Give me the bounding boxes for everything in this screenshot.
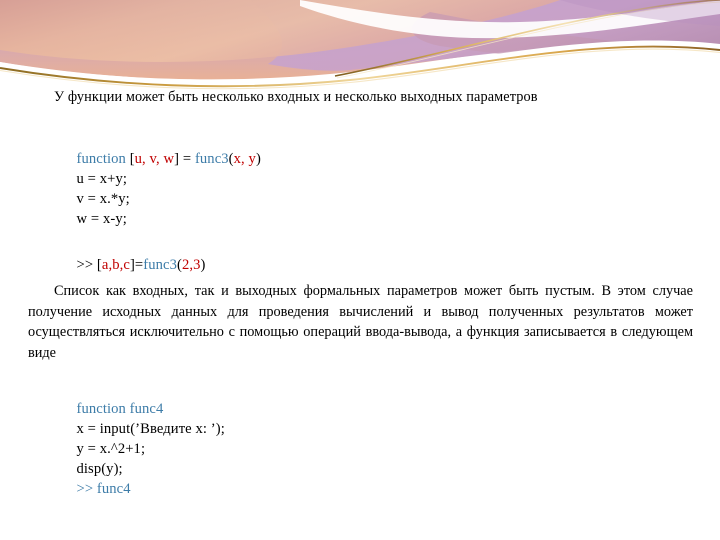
token-paren-close-2: ) [200, 257, 206, 273]
slide-canvas: У функции может быть несколько входных и… [0, 0, 720, 540]
token-func3-name: func3 [194, 151, 229, 167]
token-output-vars: u, v, w [134, 151, 175, 167]
slide-text-content: У функции может быть несколько входных и… [0, 0, 720, 540]
token-input-vars: x, y [233, 151, 256, 167]
intro-line: У функции может быть несколько входных и… [54, 89, 538, 105]
token-prompt-arrows: >> [76, 257, 97, 273]
token-prompt-func4: >> func4 [76, 481, 131, 497]
token-call-args: 2,3 [181, 257, 201, 273]
token-assign-w: w = x-y; [76, 211, 127, 227]
token-result-vars: a,b,c [101, 257, 130, 273]
body-paragraph: Список как входных, так и выходных форма… [28, 283, 693, 361]
token-paren-close: ) [255, 151, 261, 167]
token-func3-call: func3 [143, 257, 177, 273]
code-line-prompt-func4: >> func4 [54, 461, 131, 518]
token-bracket-eq: ] = [174, 151, 195, 167]
token-bracket-eq-2: ]= [129, 257, 144, 273]
